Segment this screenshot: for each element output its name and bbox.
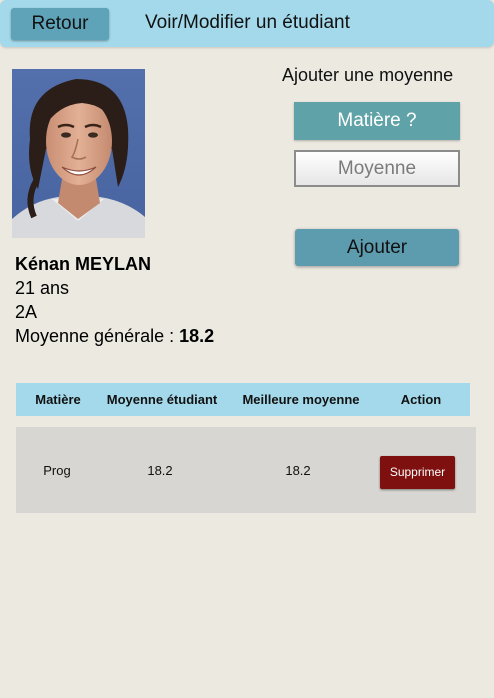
- student-overall-average: Moyenne générale : 18.2: [15, 326, 214, 347]
- top-bar: Retour Voir/Modifier un étudiant: [0, 0, 494, 47]
- delete-button[interactable]: Supprimer: [380, 456, 455, 489]
- student-photo-image: [12, 69, 145, 238]
- column-header-action: Action: [400, 392, 442, 407]
- back-button[interactable]: Retour: [11, 8, 109, 40]
- student-class: 2A: [15, 302, 38, 322]
- student-photo: [12, 69, 145, 238]
- grades-table-header: Matière Moyenne étudiant Meilleure moyen…: [16, 383, 470, 416]
- add-average-button[interactable]: Ajouter: [295, 229, 459, 266]
- cell-student-average: 18.2: [147, 463, 173, 478]
- add-average-title: Ajouter une moyenne: [282, 65, 454, 85]
- page-title: Voir/Modifier un étudiant: [145, 12, 350, 33]
- student-name: Kénan MEYLAN: [15, 254, 152, 274]
- cell-best-average: 18.2: [285, 463, 311, 478]
- student-age: 21 ans: [15, 278, 70, 298]
- table-row: Prog 18.2 18.2 Supprimer: [16, 427, 476, 513]
- overall-average-value: 18.2: [179, 326, 215, 346]
- average-input[interactable]: [294, 150, 460, 187]
- overall-average-label: Moyenne générale :: [15, 326, 180, 346]
- column-header-best-average: Meilleure moyenne: [242, 392, 360, 407]
- column-header-subject: Matière: [35, 392, 81, 407]
- subject-select[interactable]: Matière ?: [294, 102, 460, 140]
- cell-subject: Prog: [43, 463, 71, 478]
- column-header-student-average: Moyenne étudiant: [106, 392, 218, 407]
